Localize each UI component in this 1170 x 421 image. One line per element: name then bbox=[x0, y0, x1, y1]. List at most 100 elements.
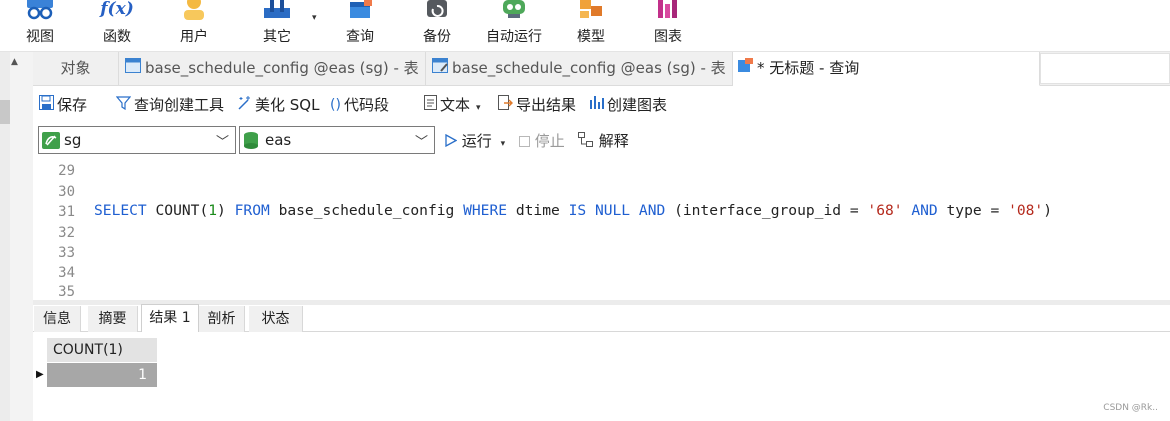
tab-info[interactable]: 信息 bbox=[34, 306, 81, 332]
toolbar-chart-label: 图表 bbox=[654, 29, 682, 45]
stop-button[interactable]: 停止 bbox=[519, 132, 565, 151]
sql-paren: ) bbox=[1043, 202, 1053, 219]
database-icon bbox=[243, 132, 259, 153]
line-number: 34 bbox=[58, 265, 75, 281]
toolbar-model-button[interactable]: 模型 bbox=[555, 0, 627, 52]
toolbar-function-button[interactable]: f(x) 函数 bbox=[81, 0, 153, 52]
tab-objects[interactable]: 对象 bbox=[33, 52, 119, 86]
toolbar-view-button[interactable]: 视图 bbox=[4, 0, 76, 52]
toolbar-backup-button[interactable]: 备份 bbox=[401, 0, 473, 52]
export-results-label: 导出结果 bbox=[516, 96, 577, 114]
line-number: 35 bbox=[58, 284, 75, 300]
explain-icon bbox=[578, 132, 594, 151]
toolbar-chart-button[interactable]: 图表 bbox=[632, 0, 704, 52]
toolbar-model-label: 模型 bbox=[577, 29, 605, 45]
export-icon bbox=[498, 94, 513, 115]
sql-keyword: AND bbox=[911, 202, 938, 219]
create-chart-button[interactable]: 创建图表 bbox=[589, 95, 667, 115]
sql-column: type bbox=[946, 202, 982, 219]
toolbar-function-label: 函数 bbox=[103, 29, 131, 45]
text-label: 文本 bbox=[440, 96, 471, 114]
chevron-down-icon: ﹀ bbox=[414, 135, 428, 150]
toolbar-other-label: 其它 bbox=[263, 29, 291, 45]
create-chart-label: 创建图表 bbox=[607, 96, 668, 114]
export-results-button[interactable]: 导出结果 bbox=[498, 94, 577, 115]
toolbar-automation-label: 自动运行 bbox=[486, 29, 542, 45]
text-button[interactable]: 文本 ▾ bbox=[424, 94, 481, 115]
tab-objects-label: 对象 bbox=[60, 59, 91, 77]
tab-table-2-label: base_schedule_config @eas (sg) - 表 bbox=[452, 59, 726, 77]
table-edit-icon bbox=[432, 52, 448, 85]
save-icon bbox=[39, 94, 54, 115]
sql-editor[interactable]: 29 30 31 32 33 34 35 SELECT COUNT(1) FRO… bbox=[33, 158, 1170, 300]
sql-keyword: IS bbox=[568, 202, 587, 219]
tab-result-1[interactable]: 结果 1 bbox=[141, 304, 199, 333]
connection-select[interactable]: sg ﹀ bbox=[38, 126, 236, 154]
tab-table-1-label: base_schedule_config @eas (sg) - 表 bbox=[145, 59, 419, 77]
tab-status[interactable]: 状态 bbox=[249, 306, 303, 332]
query-builder-label: 查询创建工具 bbox=[134, 96, 225, 114]
sql-keyword: NULL bbox=[594, 202, 631, 219]
row-pointer-icon[interactable]: ▶ bbox=[36, 363, 47, 387]
run-dropdown-icon[interactable]: ▾ bbox=[501, 139, 506, 149]
code-snippet-button[interactable]: () 代码段 bbox=[330, 95, 389, 115]
stop-icon bbox=[519, 133, 530, 151]
toolbar-user-button[interactable]: 用户 bbox=[158, 0, 230, 52]
navigator-scroll-thumb[interactable] bbox=[0, 100, 10, 124]
tab-summary[interactable]: 摘要 bbox=[88, 306, 138, 332]
tab-table-1[interactable]: base_schedule_config @eas (sg) - 表 bbox=[119, 52, 426, 86]
run-button[interactable]: 运行 ▾ bbox=[445, 132, 505, 153]
table-icon bbox=[125, 52, 141, 85]
bar-chart-icon bbox=[589, 95, 604, 115]
tab-table-2[interactable]: base_schedule_config @eas (sg) - 表 bbox=[426, 52, 733, 86]
sql-table: base_schedule_config bbox=[278, 202, 455, 219]
tab-search-box[interactable] bbox=[1040, 53, 1170, 84]
database-select[interactable]: eas ﹀ bbox=[239, 126, 435, 154]
sql-keyword: WHERE bbox=[463, 202, 508, 219]
line-number: 33 bbox=[58, 245, 75, 261]
connection-icon bbox=[42, 132, 60, 153]
sql-operator: = bbox=[990, 202, 1000, 219]
toolbar-backup-label: 备份 bbox=[423, 29, 451, 45]
query-builder-button[interactable]: 查询创建工具 bbox=[115, 95, 225, 115]
toolbar-automation-button[interactable]: 自动运行 bbox=[478, 0, 550, 52]
sql-column: interface_group_id bbox=[682, 202, 842, 219]
chart-icon bbox=[653, 0, 683, 24]
toolbar-query-button[interactable]: 查询 bbox=[324, 0, 396, 52]
tab-untitled-query[interactable]: * 无标题 - 查询 bbox=[733, 52, 1040, 86]
code-snippet-icon: () bbox=[330, 96, 341, 113]
sql-column: dtime bbox=[515, 202, 560, 219]
explain-label: 解释 bbox=[598, 132, 629, 150]
code-snippet-label: 代码段 bbox=[343, 96, 389, 114]
text-dropdown-icon[interactable]: ▾ bbox=[476, 103, 481, 113]
other-dropdown-icon[interactable]: ▾ bbox=[312, 13, 317, 23]
explain-button[interactable]: 解释 bbox=[578, 132, 629, 151]
line-number: 31 bbox=[58, 204, 75, 220]
backup-icon bbox=[424, 0, 450, 24]
watermark: CSDN @Rk.. bbox=[1103, 403, 1158, 413]
toolbar-query-label: 查询 bbox=[346, 29, 374, 45]
tab-bar: 对象 base_schedule_config @eas (sg) - 表 ba… bbox=[33, 52, 1170, 86]
user-icon bbox=[181, 0, 207, 24]
save-button[interactable]: 保存 bbox=[39, 94, 88, 115]
save-label: 保存 bbox=[57, 96, 88, 114]
query-tab-icon bbox=[737, 52, 753, 85]
tab-profile[interactable]: 剖析 bbox=[199, 306, 245, 332]
stop-label: 停止 bbox=[534, 132, 565, 150]
beautify-sql-label: 美化 SQL bbox=[255, 96, 320, 114]
scroll-up-icon[interactable]: ▲ bbox=[11, 57, 18, 67]
sql-code-line[interactable]: SELECT COUNT(1) FROM base_schedule_confi… bbox=[94, 202, 1052, 219]
column-header-count[interactable]: COUNT(1) bbox=[47, 338, 157, 362]
sql-keyword: FROM bbox=[234, 202, 270, 219]
sql-paren: ( bbox=[674, 202, 683, 219]
beautify-sql-button[interactable]: 美化 SQL bbox=[237, 95, 319, 115]
toolbar-other-button[interactable]: 其它 bbox=[241, 0, 313, 52]
document-icon bbox=[424, 94, 437, 115]
tab-summary-label: 摘要 bbox=[98, 311, 127, 327]
other-icon bbox=[262, 0, 292, 24]
result-cell[interactable]: 1 bbox=[47, 363, 157, 387]
tab-status-label: 状态 bbox=[261, 311, 290, 327]
sql-paren: ) bbox=[217, 202, 226, 219]
line-number: 32 bbox=[58, 225, 75, 241]
view-icon bbox=[25, 0, 55, 26]
